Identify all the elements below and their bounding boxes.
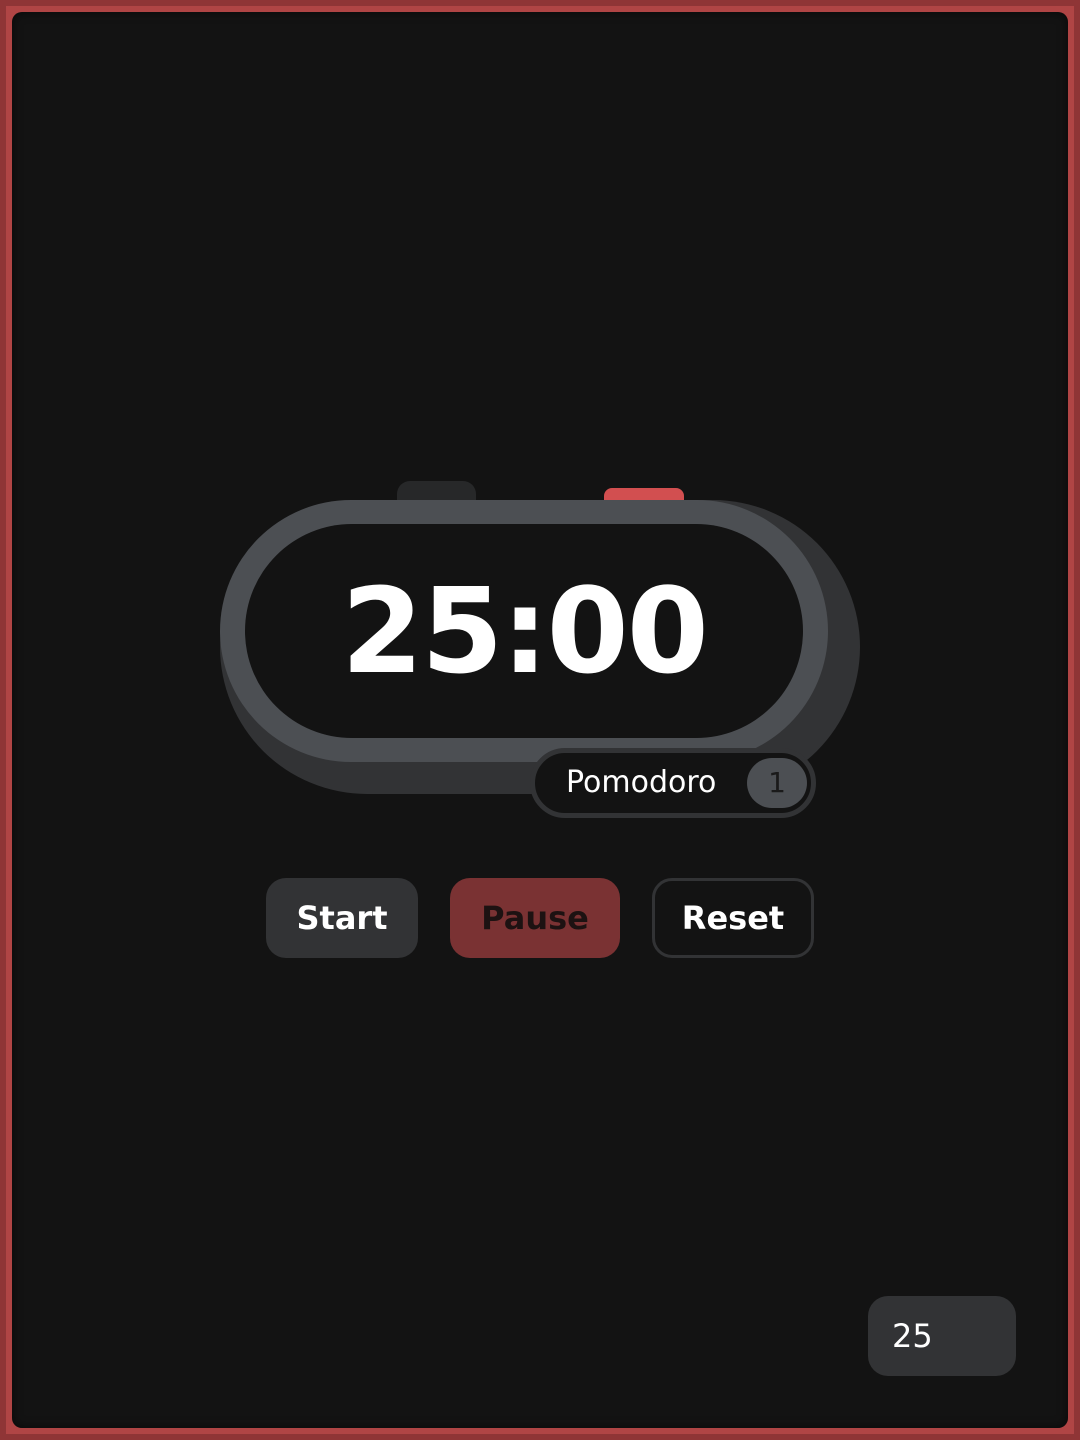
time-display: 25:00	[341, 562, 709, 700]
session-count-badge: 1	[747, 758, 807, 808]
reset-button[interactable]: Reset	[652, 878, 814, 958]
start-button[interactable]: Start	[266, 878, 418, 958]
minutes-input[interactable]	[868, 1296, 1016, 1376]
mode-indicator[interactable]: Pomodoro 1	[530, 748, 816, 818]
pause-button[interactable]: Pause	[450, 878, 620, 958]
mode-label: Pomodoro	[566, 765, 717, 800]
